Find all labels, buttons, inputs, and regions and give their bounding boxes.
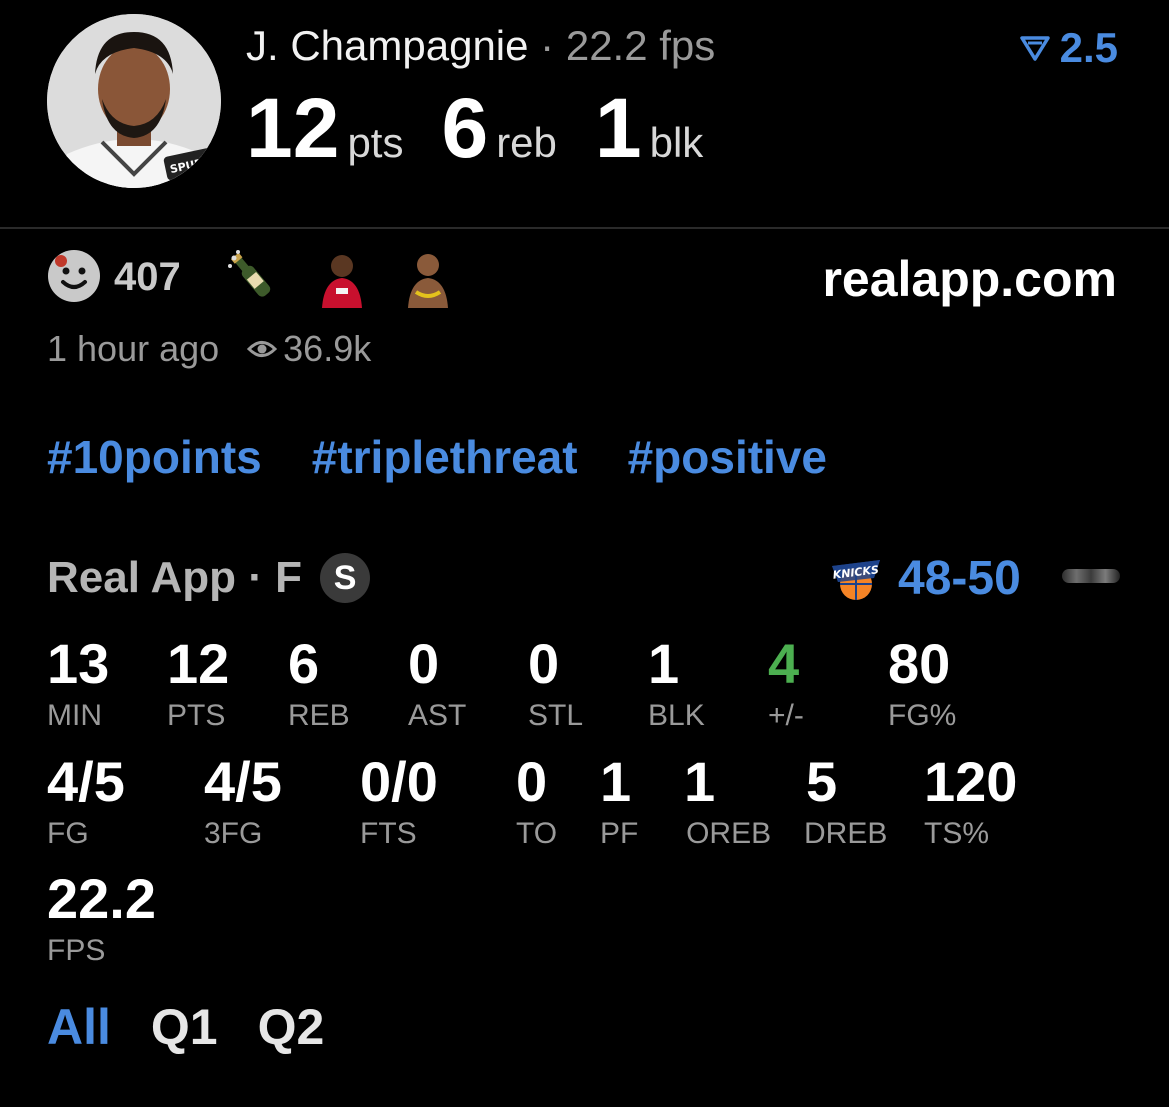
headline-stats: 12 pts 6 reb 1 blk — [246, 82, 741, 174]
stat-ts-pct: 120 TS% — [924, 751, 1017, 851]
headline-pts-unit: pts — [347, 119, 404, 166]
stat-value: 4/5 — [47, 750, 125, 813]
player-name[interactable]: J. Champagnie — [246, 22, 529, 69]
headline-reb-value: 6 — [441, 81, 489, 175]
player-photo: SPURS — [47, 14, 221, 188]
stat-value: 0 — [516, 750, 548, 813]
stat-value: 0 — [408, 632, 440, 695]
headline-pts-value: 12 — [246, 81, 340, 175]
blurred-game-status — [1062, 569, 1120, 583]
player-avatar[interactable]: SPURS — [47, 14, 221, 188]
reaction-count[interactable]: 407 — [114, 255, 181, 300]
tab-q1[interactable]: Q1 — [151, 998, 218, 1056]
stat-value: 6 — [288, 632, 320, 695]
stat-label: STL — [528, 699, 584, 732]
hashtag[interactable]: #triplethreat — [312, 430, 578, 484]
stat-label: FTS — [360, 817, 417, 850]
stat-value: 80 — [888, 632, 951, 695]
stat-label: 3FG — [204, 817, 263, 850]
stat-label: MIN — [47, 699, 102, 732]
knicks-logo-icon[interactable]: KNICKS — [828, 552, 884, 604]
s-badge[interactable]: S — [320, 553, 371, 603]
hashtag-list: #10points #triplethreat #positive — [47, 430, 827, 484]
stat-label: AST — [408, 699, 467, 732]
stat-label: DREB — [804, 817, 888, 850]
stat-fg: 4/5 FG — [47, 751, 125, 851]
stat-plus-minus: 4 +/- — [768, 633, 804, 733]
hashtag[interactable]: #10points — [47, 430, 262, 484]
headline-reb-unit: reb — [496, 119, 557, 166]
stat-oreb: 1 OREB — [684, 751, 773, 851]
eye-icon — [247, 341, 278, 357]
stat-pf: 1 PF — [600, 751, 638, 851]
stat-label: FPS — [47, 934, 106, 967]
stat-label: FG% — [888, 699, 957, 732]
stat-ast: 0 AST — [408, 633, 466, 733]
stat-value: 12 — [167, 632, 230, 695]
headline-blk-unit: blk — [649, 119, 704, 166]
stat-label: PTS — [167, 699, 226, 732]
stat-value: 4 — [768, 632, 800, 695]
stat-value: 4/5 — [204, 750, 282, 813]
stat-label: TO — [516, 817, 558, 850]
stat-value: 1 — [600, 750, 632, 813]
stat-label: TS% — [924, 817, 990, 850]
stat-dreb: 5 DREB — [804, 751, 887, 851]
stat-to: 0 TO — [516, 751, 557, 851]
stat-3fg: 4/5 3FG — [204, 751, 282, 851]
stat-value: 1 — [648, 632, 680, 695]
stat-value: 120 — [924, 750, 1018, 813]
league-label: Real App · F — [47, 553, 303, 602]
rating-badge[interactable]: 2.5 — [1019, 24, 1118, 72]
headline-blk-value: 1 — [594, 81, 642, 175]
player-emoji-1[interactable] — [312, 248, 372, 308]
stat-value: 13 — [47, 632, 110, 695]
view-count: 36.9k — [247, 328, 371, 370]
separator-dot: · — [540, 22, 555, 69]
stat-fps: 22.2 FPS — [47, 868, 156, 968]
game-score[interactable]: 48-50 — [898, 551, 1021, 606]
real-logo-icon — [1019, 36, 1050, 61]
stat-label: +/- — [768, 699, 804, 732]
stat-value: 22.2 — [47, 867, 156, 930]
tab-all[interactable]: All — [47, 998, 111, 1056]
views-value: 36.9k — [283, 328, 372, 369]
fantasy-points: 22.2 fps — [565, 22, 716, 69]
divider — [0, 227, 1169, 229]
stat-value: 1 — [684, 750, 716, 813]
time-ago: 1 hour ago — [47, 328, 220, 369]
site-watermark: realapp.com — [822, 251, 1117, 307]
hashtag[interactable]: #positive — [628, 430, 827, 484]
stat-min: 13 MIN — [47, 633, 109, 733]
champagne-emoji[interactable] — [222, 248, 282, 308]
stat-fts: 0/0 FTS — [360, 751, 438, 851]
game-league: Real App · F S — [47, 553, 371, 603]
stat-label: PF — [600, 817, 639, 850]
rating-value: 2.5 — [1059, 24, 1118, 71]
stat-label: REB — [288, 699, 350, 732]
stat-value: 0/0 — [360, 750, 438, 813]
stat-stl: 0 STL — [528, 633, 583, 733]
stat-reb: 6 REB — [288, 633, 350, 733]
stat-value: 0 — [528, 632, 560, 695]
stat-fg-pct: 80 FG% — [888, 633, 956, 733]
stat-pts: 12 PTS — [167, 633, 229, 733]
stat-label: BLK — [648, 699, 705, 732]
post-meta: 1 hour ago 36.9k — [47, 328, 371, 370]
player-name-line: J. Champagnie · 22.2 fps — [246, 22, 715, 70]
stat-label: OREB — [686, 817, 772, 850]
stat-blk: 1 BLK — [648, 633, 705, 733]
reaction-add-icon[interactable] — [47, 249, 101, 303]
period-tabs: All Q1 Q2 — [47, 998, 324, 1056]
stat-value: 5 — [806, 750, 838, 813]
stat-label: FG — [47, 817, 89, 850]
tab-q2[interactable]: Q2 — [258, 998, 325, 1056]
player-emoji-2[interactable] — [398, 248, 458, 308]
